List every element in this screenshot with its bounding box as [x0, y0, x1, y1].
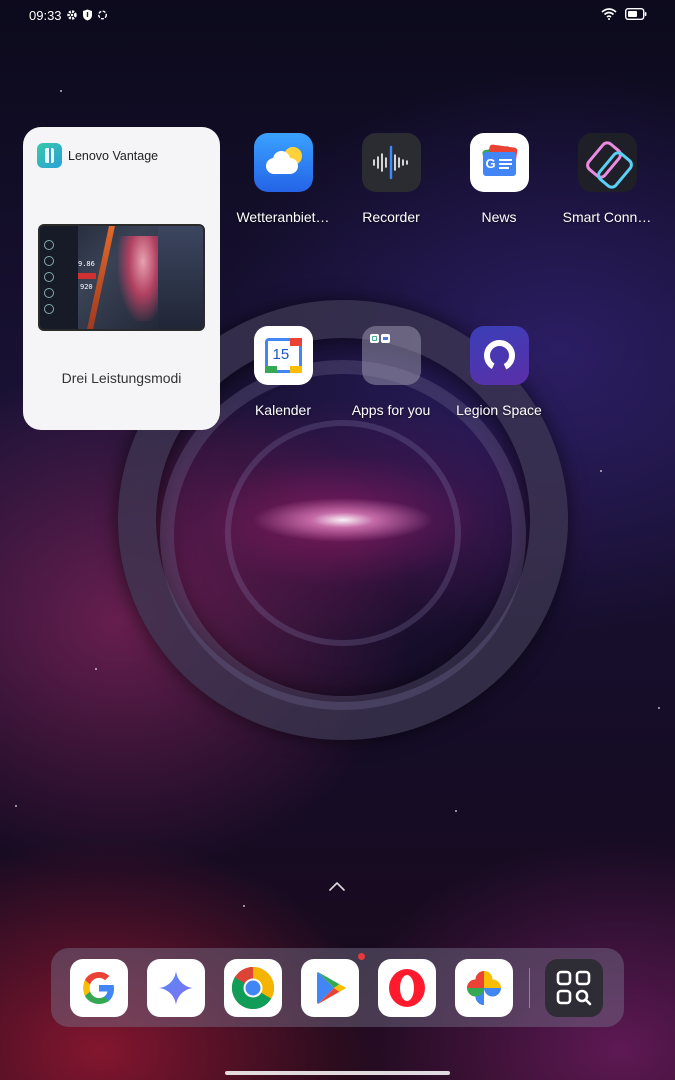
calendar-icon: 15 — [253, 326, 313, 385]
dock-gemini[interactable] — [147, 959, 205, 1017]
smart-connect-icon — [577, 133, 637, 192]
widget-caption: Drei Leistungsmodi — [61, 370, 182, 386]
lenovo-vantage-icon — [37, 143, 62, 168]
gemini-icon — [159, 971, 193, 1005]
status-time: 09:33 — [29, 8, 62, 23]
play-store-icon — [317, 972, 346, 1004]
recorder-icon — [361, 133, 421, 192]
opera-icon — [389, 969, 425, 1007]
dock-divider — [529, 968, 530, 1008]
dock-photos[interactable] — [455, 959, 513, 1017]
lenovo-vantage-widget[interactable]: Lenovo Vantage 9.86 920 Drei Leistungsmo… — [23, 127, 220, 430]
app-label: Legion Space — [456, 402, 542, 418]
widget-preview-image: 9.86 920 — [38, 224, 205, 331]
app-calendar[interactable]: 15 Kalender — [229, 326, 337, 418]
app-label: Kalender — [254, 402, 312, 418]
star — [658, 707, 660, 709]
dock-opera[interactable] — [378, 959, 436, 1017]
chrome-icon — [231, 967, 275, 1010]
app-label: Smart Conn… — [562, 209, 652, 225]
app-label: Apps for you — [351, 402, 431, 418]
star — [95, 668, 97, 670]
app-smart-connect[interactable]: Smart Conn… — [553, 133, 661, 225]
dock-chrome[interactable] — [224, 959, 282, 1017]
dock-play-store[interactable] — [301, 959, 359, 1017]
notification-badge — [358, 953, 365, 960]
widget-title: Lenovo Vantage — [68, 148, 159, 163]
calendar-day: 15 — [272, 346, 290, 363]
star — [60, 90, 62, 92]
app-weather[interactable]: Wetteranbiet… — [229, 133, 337, 225]
star — [600, 470, 602, 472]
star — [15, 805, 17, 807]
app-legion-space[interactable]: Legion Space — [445, 326, 553, 418]
dock-google[interactable] — [70, 959, 128, 1017]
star — [243, 905, 245, 907]
star — [455, 810, 457, 812]
app-label: News — [481, 209, 517, 225]
app-label: Recorder — [362, 209, 420, 225]
gesture-home-bar[interactable] — [225, 1071, 450, 1075]
wallpaper-ring-inner — [225, 420, 461, 646]
legion-space-icon — [469, 326, 529, 385]
folder-icon — [361, 326, 421, 385]
shield-icon — [83, 9, 92, 21]
app-folder-apps-for-you[interactable]: Apps for you — [337, 326, 445, 418]
preview-value-1: 9.86 — [78, 260, 95, 268]
dock-app-drawer[interactable] — [545, 959, 603, 1017]
status-bar: 09:33 — [0, 0, 675, 30]
weather-icon — [253, 133, 313, 192]
preview-value-2: 920 — [80, 283, 93, 291]
app-search-icon — [556, 970, 592, 1006]
dock — [51, 948, 624, 1027]
wifi-icon — [601, 8, 617, 20]
battery-icon — [625, 8, 647, 20]
app-news[interactable]: G News — [445, 133, 553, 225]
gear-icon — [67, 10, 77, 20]
news-icon: G — [469, 133, 529, 192]
app-label: Wetteranbiet… — [236, 209, 330, 225]
sync-icon — [98, 10, 107, 20]
app-recorder[interactable]: Recorder — [337, 133, 445, 225]
chevron-up-icon[interactable] — [328, 880, 346, 892]
google-icon — [83, 972, 114, 1004]
photos-icon — [467, 971, 501, 1005]
